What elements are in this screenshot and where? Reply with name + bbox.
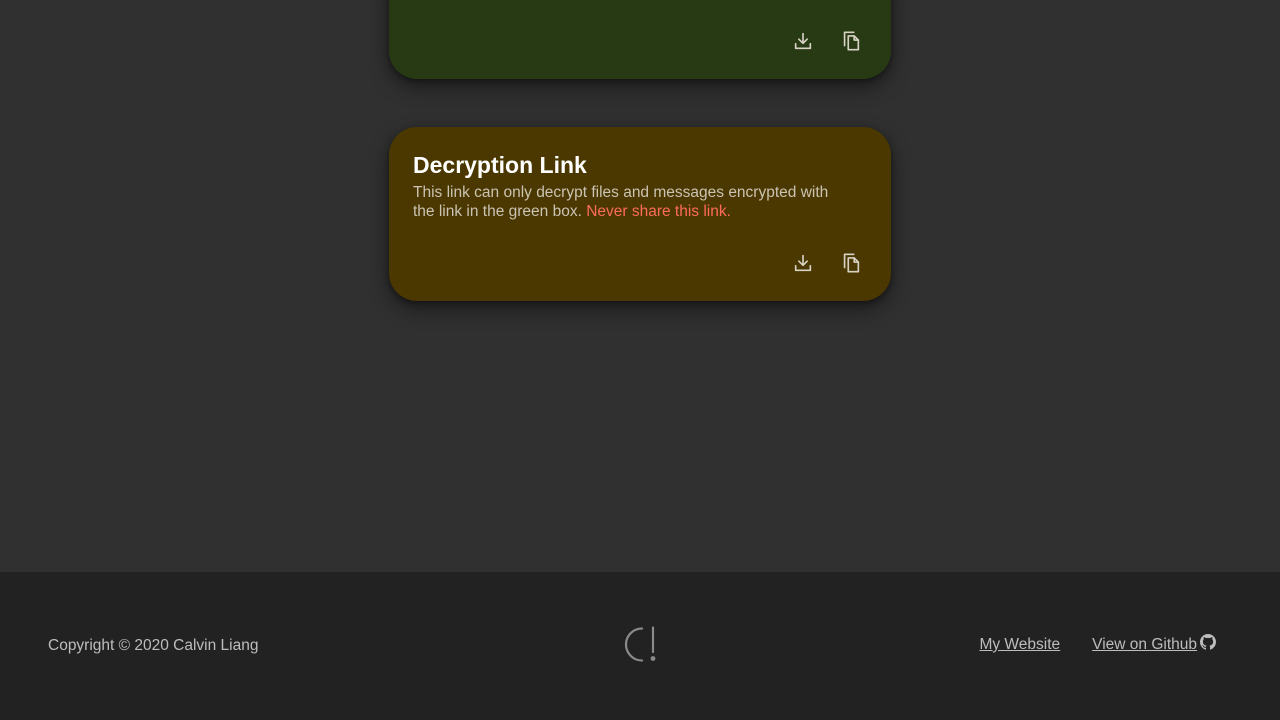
c-exclamation-logo-icon	[622, 626, 658, 664]
my-website-link-label: My Website	[979, 636, 1061, 653]
encryption-copy-button[interactable]	[837, 27, 865, 55]
decryption-card-actions	[789, 249, 865, 277]
copy-icon	[843, 253, 860, 273]
page: Decryption Link This link can only decry…	[0, 0, 1280, 720]
encryption-download-button[interactable]	[789, 27, 817, 55]
view-on-github-link[interactable]: View on Github	[1092, 634, 1216, 656]
decryption-card-description: This link can only decrypt files and mes…	[413, 183, 853, 221]
footer: Copyright © 2020 Calvin Liang My Website…	[0, 572, 1280, 720]
my-website-link[interactable]: My Website	[979, 635, 1060, 655]
view-on-github-link-label: View on Github	[1092, 636, 1197, 653]
decryption-link-card: Decryption Link This link can only decry…	[389, 127, 891, 301]
encryption-link-card	[389, 0, 891, 79]
encryption-card-actions	[789, 27, 865, 55]
copy-icon	[843, 31, 860, 51]
decryption-download-button[interactable]	[789, 249, 817, 277]
github-icon	[1200, 634, 1216, 656]
footer-links: My Website View on Github	[979, 634, 1216, 656]
decryption-copy-button[interactable]	[837, 249, 865, 277]
decryption-card-title: Decryption Link	[413, 152, 587, 178]
copyright-text: Copyright © 2020 Calvin Liang	[48, 637, 259, 654]
download-icon	[794, 254, 812, 272]
download-icon	[794, 32, 812, 50]
decryption-warning-text: Never share this link.	[586, 203, 731, 220]
